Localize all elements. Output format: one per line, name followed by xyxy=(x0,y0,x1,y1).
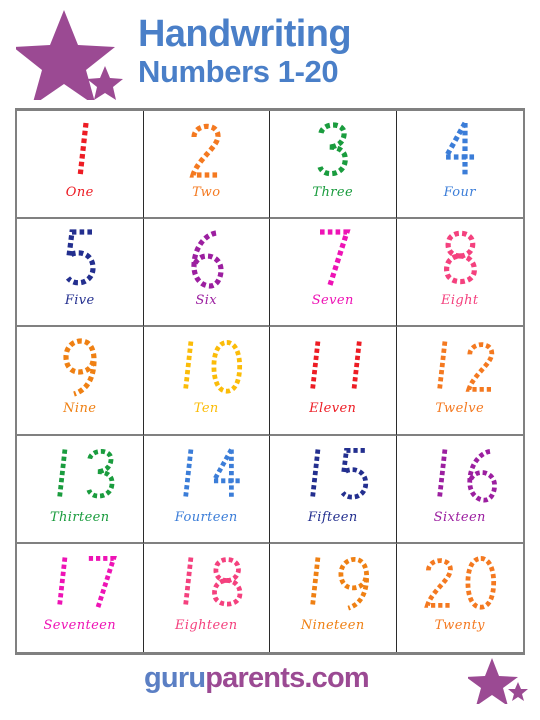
number-cell[interactable]: Seventeen xyxy=(17,543,144,652)
number-cell[interactable]: Six xyxy=(143,219,270,328)
number-word-label: Sixteen xyxy=(433,509,486,525)
number-cell[interactable]: Ten xyxy=(143,327,270,436)
number-word-label: Nine xyxy=(63,401,97,417)
traceable-numeral xyxy=(167,550,245,616)
traceable-numeral xyxy=(313,225,353,291)
traceable-numeral xyxy=(421,333,499,399)
number-word-label: Seventeen xyxy=(43,617,117,633)
traceable-numeral xyxy=(167,442,245,508)
page-footer: guruparents.com xyxy=(0,658,540,720)
header-star-logo xyxy=(13,8,128,106)
traceable-numeral xyxy=(60,225,100,291)
number-word-label: Six xyxy=(195,293,218,309)
number-cell[interactable]: Five xyxy=(17,219,144,328)
number-word-label: Thirteen xyxy=(49,509,110,525)
traceable-numeral xyxy=(60,117,100,183)
traceable-numeral xyxy=(294,442,372,508)
number-cell[interactable]: Eighteen xyxy=(144,543,270,652)
number-word-label: One xyxy=(65,185,94,200)
number-word-label: Fourteen xyxy=(174,509,238,525)
traceable-numeral xyxy=(186,117,226,183)
number-cell[interactable]: Nine xyxy=(17,327,144,436)
page-title: Handwriting xyxy=(138,13,352,55)
number-word-label: Four xyxy=(443,185,476,200)
number-cell[interactable]: Three xyxy=(270,111,397,220)
footer-star-logo xyxy=(466,658,530,706)
number-cell[interactable]: Eleven xyxy=(270,327,397,436)
header-title-block: Handwriting Numbers 1-20 xyxy=(138,14,528,90)
number-tracing-grid: One Two Three Four Five Six Seven Eight Nine Ten E… xyxy=(15,108,525,655)
traceable-numeral xyxy=(60,333,100,399)
number-word-label: Twenty xyxy=(434,617,485,633)
traceable-numeral xyxy=(294,550,372,616)
number-cell[interactable]: Twelve xyxy=(396,327,523,436)
number-word-label: Fifteen xyxy=(307,509,358,525)
traceable-numeral xyxy=(167,333,245,399)
number-cell[interactable]: Eight xyxy=(396,219,523,328)
number-word-label: Twelve xyxy=(435,401,485,417)
traceable-numeral xyxy=(41,442,119,508)
number-cell[interactable]: Fourteen xyxy=(143,435,270,544)
page-header: Handwriting Numbers 1-20 xyxy=(0,0,540,106)
traceable-numeral xyxy=(294,333,372,399)
number-word-label: Seven xyxy=(311,293,354,309)
traceable-numeral xyxy=(440,225,480,291)
number-cell[interactable]: Twenty xyxy=(397,544,524,652)
small-star-icon xyxy=(508,682,528,701)
number-cell[interactable]: Nineteen xyxy=(270,543,397,652)
number-cell[interactable]: One xyxy=(17,111,144,220)
number-word-label: Three xyxy=(312,185,354,200)
traceable-numeral xyxy=(440,117,480,183)
traceable-numeral xyxy=(313,117,353,183)
page-subtitle: Numbers 1-20 xyxy=(138,54,339,89)
number-cell[interactable]: Four xyxy=(396,111,523,220)
number-cell[interactable]: Fifteen xyxy=(270,435,397,544)
number-word-label: Eight xyxy=(440,293,479,309)
traceable-numeral xyxy=(41,550,119,616)
brand-name-part1: guru xyxy=(144,662,206,694)
number-word-label: Eighteen xyxy=(174,617,238,633)
brand-name-part2: parents.com xyxy=(205,662,369,694)
number-cell[interactable]: Thirteen xyxy=(17,435,144,544)
brand-logo[interactable]: guruparents.com xyxy=(144,662,370,695)
traceable-numeral xyxy=(421,550,499,616)
number-cell[interactable]: Two xyxy=(143,111,270,220)
number-cell[interactable]: Sixteen xyxy=(396,436,523,544)
number-word-label: Ten xyxy=(193,401,219,417)
number-word-label: Nineteen xyxy=(300,617,365,633)
number-word-label: Five xyxy=(64,293,95,309)
number-word-label: Two xyxy=(192,185,221,200)
traceable-numeral xyxy=(186,225,226,291)
star-icon xyxy=(466,658,518,706)
traceable-numeral xyxy=(421,442,499,508)
number-word-label: Eleven xyxy=(309,401,357,417)
number-cell[interactable]: Seven xyxy=(270,219,397,328)
